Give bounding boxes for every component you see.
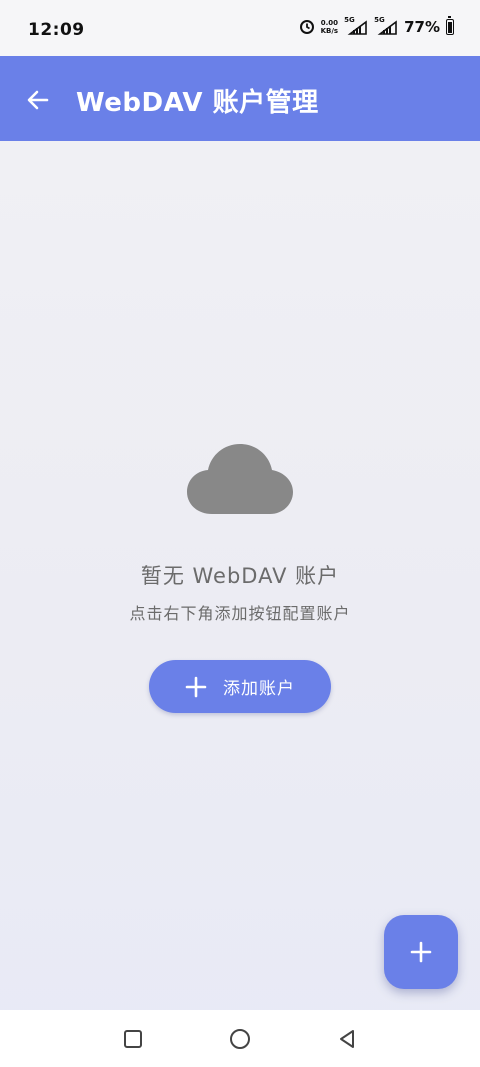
status-time: 12:09: [28, 20, 85, 40]
alarm-clock-icon: [299, 20, 314, 34]
plus-icon: [410, 941, 432, 963]
empty-title: 暂无 WebDAV 账户: [140, 564, 340, 588]
fab-add-button[interactable]: [384, 915, 458, 989]
sim2-signal: 5G: [374, 16, 398, 35]
net-speed-unit: KB/s: [320, 27, 339, 35]
recents-button[interactable]: [121, 1027, 145, 1051]
net-speed-value: 0.00: [320, 19, 338, 27]
status-icons: 0.00 KB/s 5G 5G 77%: [299, 16, 454, 36]
net-speed: 0.00 KB/s: [321, 19, 338, 35]
add-account-label: 添加账户: [223, 679, 295, 699]
plus-icon: [185, 676, 207, 697]
battery-icon: [446, 16, 454, 35]
battery-fill: [448, 22, 452, 33]
page-title: WebDAV 账户管理: [76, 88, 319, 118]
app-bar: WebDAV 账户管理: [0, 56, 480, 141]
circle-icon: [230, 1029, 250, 1049]
arrow-left-icon: [27, 90, 49, 110]
square-icon: [124, 1030, 142, 1048]
sim1-label: 5G: [344, 16, 355, 24]
system-nav-bar: [0, 1010, 480, 1067]
home-button[interactable]: [228, 1027, 252, 1051]
sim2-label: 5G: [374, 16, 385, 24]
back-nav-button[interactable]: [335, 1027, 359, 1051]
sim1-signal: 5G: [344, 16, 368, 35]
battery-percent: 77%: [404, 18, 440, 36]
status-bar: 12:09 0.00 KB/s 5G 5G 77%: [0, 0, 480, 56]
empty-subtitle: 点击右下角添加按钮配置账户: [129, 604, 351, 623]
back-button[interactable]: [18, 80, 58, 120]
empty-state: 暂无 WebDAV 账户 点击右下角添加按钮配置账户 添加账户: [0, 440, 480, 713]
cloud-icon: [187, 444, 293, 514]
add-account-button[interactable]: 添加账户: [149, 660, 331, 713]
triangle-back-icon: [340, 1030, 354, 1048]
